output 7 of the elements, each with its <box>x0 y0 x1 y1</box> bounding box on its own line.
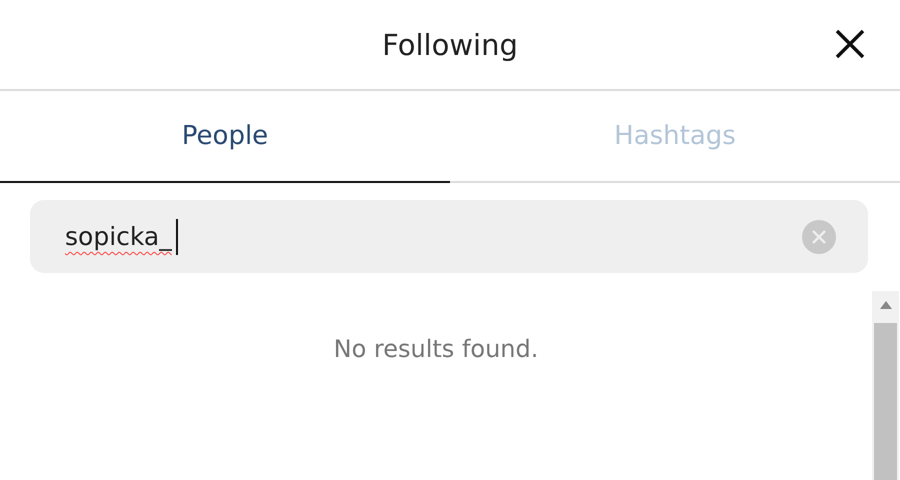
scroll-up-arrow-icon[interactable] <box>880 301 892 309</box>
dialog-title: Following <box>382 28 518 62</box>
scrollbar[interactable] <box>872 291 899 480</box>
search-field[interactable]: sopicka_ <box>30 200 868 273</box>
tab[interactable]: People <box>0 91 450 183</box>
close-icon[interactable] <box>834 28 866 60</box>
empty-message: No results found. <box>334 335 538 365</box>
